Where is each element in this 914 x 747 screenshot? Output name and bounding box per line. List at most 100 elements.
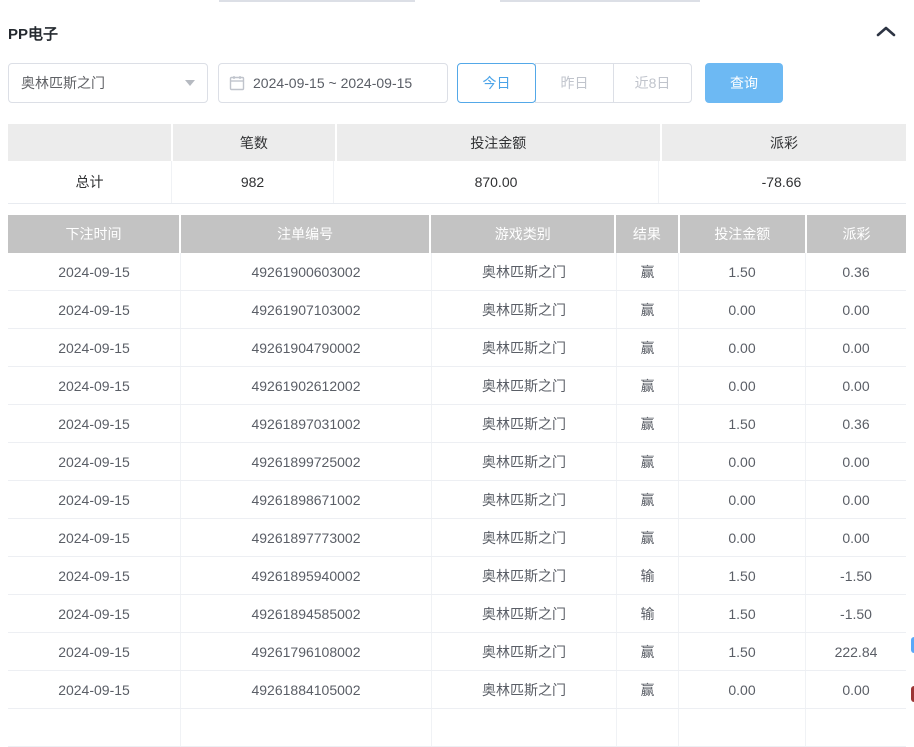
game-select[interactable]: 奥林匹斯之门 [8, 63, 208, 103]
collapse-section-button[interactable] [874, 22, 898, 42]
table-row: 2024-09-15 49261897031002 奥林匹斯之门赢 1.50 0.36 [8, 405, 906, 443]
game-select-value: 奥林匹斯之门 [21, 75, 105, 91]
cell-bet-amount: 0.00 [679, 367, 806, 404]
cell-payout: 0.00 [842, 377, 870, 394]
cell-game-type: 奥林匹斯之门 [432, 405, 617, 442]
date-range-input[interactable]: 2024-09-15 ~ 2024-09-15 [218, 63, 448, 103]
table-row: 2024-09-15 49261907103002 奥林匹斯之门赢 0.00 0.00 [8, 291, 906, 329]
cell-order-no: 49261898671002 [181, 481, 432, 518]
cell-game-type: 奥林匹斯之门 [432, 443, 617, 480]
cell-order-no: 49261907103002 [181, 291, 432, 328]
cell-game-type: 奥林匹斯之门 [432, 291, 617, 328]
cell-bet-time: 2024-09-15 [8, 595, 181, 632]
summary-header-bet-amount: 投注金额 [336, 124, 661, 161]
col-header-bet-amount: 投注金额 [679, 215, 806, 253]
cell-game-type: 奥林匹斯之门 [432, 519, 617, 556]
cell-order-no: 49261897031002 [181, 405, 432, 442]
cell-bet-amount [679, 709, 806, 746]
cell-bet-time: 2024-09-15 [8, 557, 181, 594]
cell-bet-amount: 0.00 [679, 291, 806, 328]
cell-bet-time: 2024-09-15 [8, 291, 181, 328]
col-header-bet-time: 下注时间 [8, 215, 180, 253]
cell-bet-amount: 1.50 [679, 633, 806, 670]
cell-result: 赢 [617, 633, 679, 670]
search-button[interactable]: 查询 [705, 63, 783, 103]
cell-payout: 222.84 [834, 643, 878, 660]
cell-bet-time: 2024-09-15 [8, 253, 181, 290]
cell-payout: 0.00 [842, 301, 870, 318]
table-row: 2024-09-15 49261902612002 奥林匹斯之门赢 0.00 0.00 [8, 367, 906, 405]
chevron-down-icon [185, 80, 195, 86]
summary-header-payout: 派彩 [662, 124, 906, 161]
cell-bet-time: 2024-09-15 [8, 519, 181, 556]
summary-total-row: 总计 982 870.00 -78.66 [8, 161, 906, 204]
cell-payout: -1.50 [840, 605, 872, 622]
summary-header-count: 笔数 [173, 124, 335, 161]
cell-result: 赢 [617, 405, 679, 442]
col-header-game-type: 游戏类别 [431, 215, 615, 253]
cell-bet-time: 2024-09-15 [8, 443, 181, 480]
cell-result [617, 709, 679, 746]
cell-order-no: 49261884105002 [181, 671, 432, 708]
cell-game-type: 奥林匹斯之门 [432, 557, 617, 594]
cell-game-type: 奥林匹斯之门 [432, 329, 617, 366]
cell-result: 赢 [617, 329, 679, 366]
cell-order-no: 49261796108002 [181, 633, 432, 670]
cell-result: 赢 [617, 443, 679, 480]
cell-payout: 0.00 [842, 491, 870, 508]
cell-bet-amount: 0.00 [679, 443, 806, 480]
summary-header-row: 笔数 投注金额 派彩 [8, 124, 906, 161]
table-header-row: 下注时间 注单编号 游戏类别 结果 投注金额 派彩 [8, 215, 906, 253]
table-row: 2024-09-15 49261884105002 奥林匹斯之门赢 0.00 0.00 [8, 671, 906, 709]
cell-bet-amount: 0.00 [679, 329, 806, 366]
table-row: 2024-09-15 49261899725002 奥林匹斯之门赢 0.00 0.00 [8, 443, 906, 481]
cell-bet-amount: 1.50 [679, 253, 806, 290]
table-row: 2024-09-15 49261895940002 奥林匹斯之门输 1.50 -1.50 [8, 557, 906, 595]
table-row: 2024-09-15 49261897773002 奥林匹斯之门赢 0.00 0.00 [8, 519, 906, 557]
cell-payout: 0.36 [842, 415, 870, 432]
cell-payout: 0.00 [842, 453, 870, 470]
yesterday-button[interactable]: 昨日 [535, 63, 614, 103]
date-range-value: 2024-09-15 ~ 2024-09-15 [253, 75, 413, 91]
table-row: 2024-09-15 49261894585002 奥林匹斯之门输 1.50 -1.50 [8, 595, 906, 633]
summary-total-bet-amount: 870.00 [334, 161, 659, 203]
summary-total-count: 982 [172, 161, 334, 203]
col-header-result: 结果 [616, 215, 678, 253]
cell-bet-time: 2024-09-15 [8, 367, 181, 404]
cell-payout: -1.50 [840, 567, 872, 584]
cell-bet-amount: 0.00 [679, 481, 806, 518]
cell-bet-time: 2024-09-15 [8, 481, 181, 518]
cell-payout: 0.00 [842, 529, 870, 546]
cutoff-input-edge [500, 0, 700, 2]
cell-bet-amount: 1.50 [679, 595, 806, 632]
table-row: 2024-09-15 49261904790002 奥林匹斯之门赢 0.00 0.00 [8, 329, 906, 367]
cell-result: 赢 [617, 367, 679, 404]
table-row [8, 709, 906, 747]
chevron-up-icon [874, 26, 898, 46]
cell-order-no: 49261900603002 [181, 253, 432, 290]
cell-bet-time: 2024-09-15 [8, 633, 181, 670]
cell-payout: 0.00 [842, 339, 870, 356]
cell-game-type: 奥林匹斯之门 [432, 671, 617, 708]
cell-game-type: 奥林匹斯之门 [432, 481, 617, 518]
cell-result: 赢 [617, 253, 679, 290]
cell-payout: 0.00 [842, 681, 870, 698]
table-body: 2024-09-15 49261900603002 奥林匹斯之门赢 1.50 0.36 2… [8, 253, 906, 747]
cell-result: 赢 [617, 519, 679, 556]
cell-bet-time: 2024-09-15 [8, 405, 181, 442]
cell-bet-amount: 0.00 [679, 671, 806, 708]
cell-order-no: 49261894585002 [181, 595, 432, 632]
today-button[interactable]: 今日 [457, 63, 536, 103]
calendar-icon [229, 75, 245, 91]
table-row: 2024-09-15 49261900603002 奥林匹斯之门赢 1.50 0.36 [8, 253, 906, 291]
cell-bet-amount: 1.50 [679, 557, 806, 594]
summary-total-label: 总计 [8, 161, 172, 203]
last-8-days-button[interactable]: 近8日 [613, 63, 692, 103]
summary-total-payout: -78.66 [761, 174, 802, 190]
summary-table: 笔数 投注金额 派彩 总计 982 870.00 -78.66 [8, 124, 906, 204]
cell-bet-time [8, 709, 181, 746]
bet-records-table: 下注时间 注单编号 游戏类别 结果 投注金额 派彩 2024-09-15 4926… [8, 215, 906, 747]
table-row: 2024-09-15 49261796108002 奥林匹斯之门赢 1.50 222.8… [8, 633, 906, 671]
cell-order-no: 49261902612002 [181, 367, 432, 404]
cell-order-no: 49261904790002 [181, 329, 432, 366]
